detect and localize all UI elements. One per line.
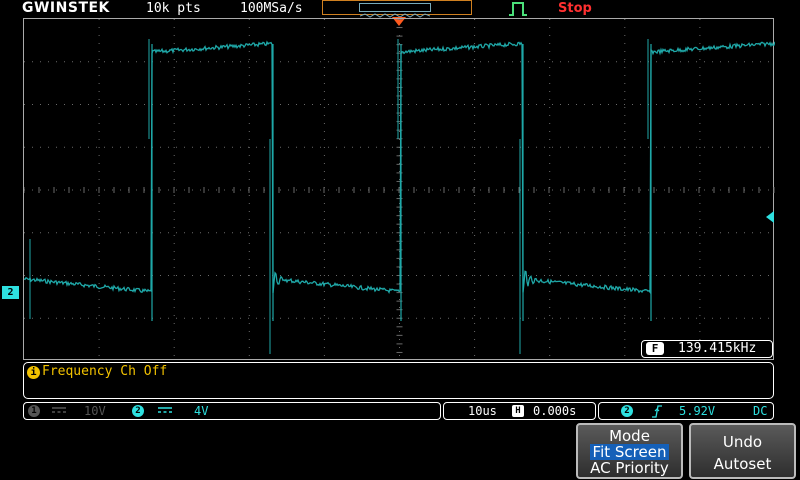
overview-window bbox=[359, 3, 431, 18]
channel1-scale: 10V bbox=[84, 404, 106, 418]
pulse-icon bbox=[509, 2, 527, 16]
mode-softkey[interactable]: Mode Fit Screen AC Priority bbox=[576, 423, 683, 479]
autoset-label: Autoset bbox=[713, 455, 772, 473]
memory-overview-bar[interactable] bbox=[322, 0, 472, 18]
record-length: 10k pts bbox=[146, 1, 201, 16]
message-text: Frequency Ch Off bbox=[42, 364, 168, 379]
channel2-badge: 2 bbox=[132, 405, 144, 417]
trigger-level-value: 5.92V bbox=[679, 404, 716, 418]
info-icon: i bbox=[27, 366, 40, 379]
rising-edge-icon bbox=[652, 405, 662, 418]
mode-option-fit-screen[interactable]: Fit Screen bbox=[590, 444, 669, 460]
undo-autoset-softkey[interactable]: Undo Autoset bbox=[689, 423, 796, 479]
run-stop-status[interactable]: Stop bbox=[558, 1, 592, 17]
timebase-value: 10us bbox=[468, 404, 497, 418]
horizontal-position: 0.000s bbox=[533, 404, 577, 418]
trigger-source-badge: 2 bbox=[621, 405, 633, 417]
brand-logo: GWINSTEK bbox=[22, 0, 110, 16]
channel-status[interactable]: 1 10V 2 4V bbox=[23, 402, 441, 420]
undo-label: Undo bbox=[722, 433, 763, 451]
mode-option-ac-priority[interactable]: AC Priority bbox=[578, 460, 681, 476]
waveform-display bbox=[23, 18, 775, 361]
dc-coupling-icon bbox=[158, 407, 172, 413]
frequency-tag: F bbox=[646, 342, 664, 355]
trigger-status[interactable]: 2 5.92V DC bbox=[598, 402, 774, 420]
trigger-coupling: DC bbox=[753, 404, 768, 418]
dc-coupling-icon bbox=[52, 407, 66, 413]
mode-title: Mode bbox=[609, 427, 650, 445]
trigger-level-icon[interactable] bbox=[766, 211, 774, 223]
channel2-scale: 4V bbox=[194, 404, 209, 418]
horizontal-tag: H bbox=[512, 405, 524, 417]
frequency-readout: F 139.415kHz bbox=[641, 340, 773, 358]
frequency-value: 139.415kHz bbox=[678, 341, 757, 356]
message-box: i Frequency Ch Off bbox=[23, 362, 774, 399]
channel2-waveform bbox=[24, 40, 775, 295]
graticule bbox=[24, 19, 775, 361]
top-status-bar: GWINSTEK 10k pts 100MSa/s Stop bbox=[0, 0, 800, 18]
sample-rate: 100MSa/s bbox=[240, 1, 303, 16]
channel1-badge: 1 bbox=[28, 405, 40, 417]
channel2-marker[interactable]: 2 bbox=[2, 286, 19, 299]
timebase-status[interactable]: 10us H 0.000s bbox=[443, 402, 596, 420]
